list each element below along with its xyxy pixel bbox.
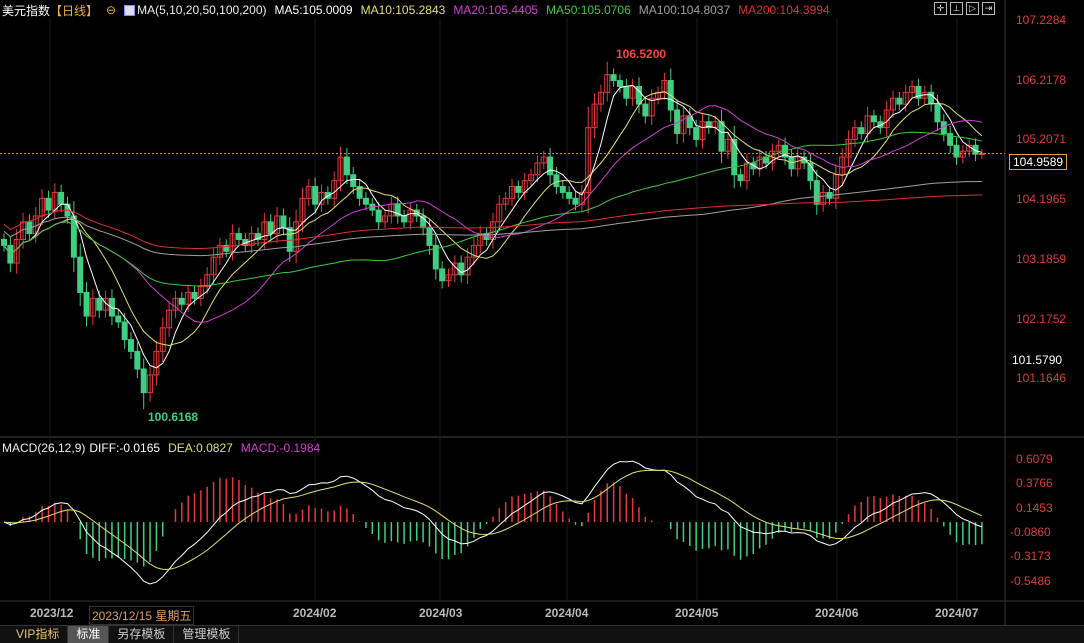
time-tick: 2024/02 [293,606,337,620]
candle-down [312,186,319,205]
macd-tick: -0.3173 [1010,549,1051,564]
time-tick: 2024/03 [419,606,463,620]
candle-down [515,186,522,193]
candle-down [858,127,865,135]
candle-down [178,297,185,305]
candle-down [623,85,630,99]
time-tick: 2023/12 [30,606,74,620]
time-tick: 2024/05 [675,606,719,620]
time-tick: 2024/06 [815,606,859,620]
price-tick: 104.1965 [1016,192,1067,207]
candle-down [896,97,903,105]
dea-value: DEA:0.0827 [168,441,233,455]
candle-down [610,74,617,82]
time-tick: 2024/04 [545,606,589,620]
candle-down [566,191,573,199]
candle-down [458,262,465,276]
candle-down [128,339,134,352]
candle-down [1,239,7,246]
price-tick: 106.2178 [1016,72,1067,87]
macd-header: MACD(26,12,9) DIFF:-0.0165 DEA:0.0827 MA… [2,440,320,456]
tab-manage-template[interactable]: 管理模板 [174,626,240,643]
candle-down [693,127,700,140]
price-tick: 101.1646 [1016,371,1067,386]
price-tick: 105.2071 [1016,132,1067,147]
candle-down [280,215,287,229]
candle-down [362,197,369,205]
price-tick: 102.1752 [1016,311,1067,326]
candle-down [70,215,77,258]
candle-down [572,197,579,205]
ma50-line [3,131,983,287]
price-tick: 103.1859 [1016,251,1067,266]
macd-value: MACD:-0.1984 [240,441,321,455]
price-tick: 107.2284 [1016,13,1067,27]
macd-tick: -0.5486 [1010,573,1051,588]
crosshair-price-label: 101.5790 [1012,353,1063,367]
candle-down [737,174,744,182]
candle-down [121,321,128,341]
candle-down [547,156,554,176]
candle-down [77,256,84,294]
candle-down [928,91,935,105]
candle-down [343,156,350,176]
candle-down [134,350,141,370]
candle-down [375,209,382,223]
candle-down [115,315,122,323]
candle-down [96,297,103,311]
candle-down [191,292,198,299]
tab-save-template[interactable]: 另存模板 [109,626,175,643]
macd-tick: 0.1453 [1016,500,1053,515]
candle-down [813,180,820,205]
candle-down [718,121,725,152]
low-label: 100.6168 [148,410,199,424]
macd-tick: 0.3766 [1016,476,1053,491]
macd-params[interactable]: MACD(26,12,9) [2,441,85,455]
candle-down [559,186,566,193]
candle-down [401,215,408,223]
candle-down [140,368,147,394]
candle-down [870,115,877,123]
candle-down [267,221,274,235]
candle-down [439,268,446,282]
candle-down [45,197,52,211]
candle-down [58,191,65,205]
diff-value: DIFF:-0.0165 [89,441,161,455]
candle-down [83,292,90,317]
candle-down [934,103,941,123]
macd-tick: 0.6079 [1016,452,1053,466]
candle-down [426,227,433,246]
candle-down [731,138,738,176]
template-tabs: VIP指标 标准 另存模板 管理模板 [0,625,1084,643]
tab-standard[interactable]: 标准 [68,626,110,643]
candle-down [235,233,242,241]
high-label: 106.5200 [616,47,667,61]
price-chart[interactable] [0,0,1084,625]
time-tick: 2024/07 [935,606,979,620]
tab-vip-indicator[interactable]: VIP指标 [8,626,69,643]
candle-down [553,174,560,188]
current-price-label: 104.9589 [1009,154,1068,170]
candle-down [616,80,623,87]
macd-tick: -0.0860 [1010,524,1051,539]
cursor-date: 2023/12/15 星期五 [89,606,195,625]
candle-down [642,103,649,117]
candle-down [953,144,960,158]
candle-down [350,174,357,188]
